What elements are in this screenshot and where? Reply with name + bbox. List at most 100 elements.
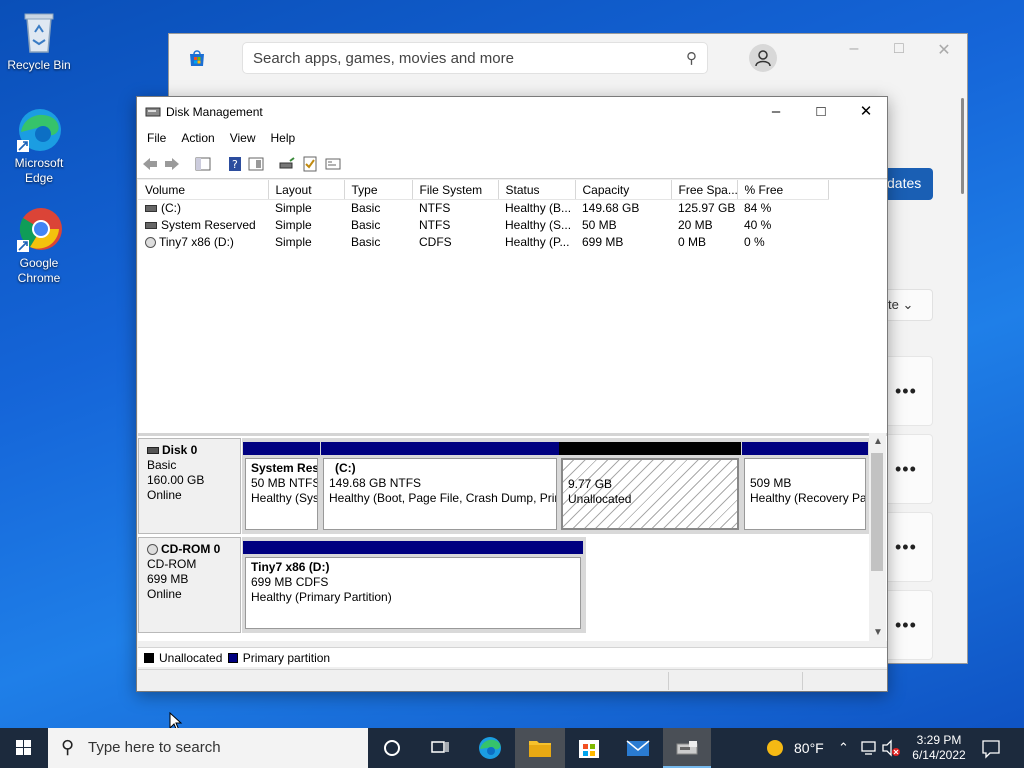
store-search-placeholder: Search apps, games, movies and more	[253, 50, 514, 67]
scroll-down-icon[interactable]: ▼	[873, 627, 883, 638]
percent-free-cell: 40 %	[744, 217, 772, 232]
taskbar-disk-management-icon[interactable]	[663, 728, 711, 768]
view-pane-icon[interactable]	[247, 155, 265, 173]
column-header[interactable]: Capacity	[575, 180, 672, 200]
partition-bar	[321, 442, 559, 455]
help-icon[interactable]: ?	[226, 155, 244, 173]
partition-system-reserved[interactable]: System Res 50 MB NTFS Healthy (Sys	[243, 442, 320, 532]
store-scrollbar[interactable]	[961, 98, 964, 194]
user-avatar-icon[interactable]	[749, 44, 777, 72]
menu-view[interactable]: View	[222, 127, 263, 145]
search-icon[interactable]: ⚲	[686, 49, 697, 67]
partition-body: (C:) 149.68 GB NTFS Healthy (Boot, Page …	[323, 458, 557, 530]
connect-disk-icon[interactable]	[278, 155, 296, 173]
column-header[interactable]: Free Spa...	[671, 180, 738, 200]
store-logo-icon	[187, 48, 207, 68]
table-row[interactable]: System Reserved Simple Basic NTFS Health…	[138, 216, 828, 233]
table-row[interactable]: (C:) Simple Basic NTFS Healthy (B... 149…	[138, 199, 828, 216]
partition-title	[750, 461, 860, 476]
desktop-icon-edge[interactable]: Microsoft Edge	[1, 106, 77, 186]
desktop-icon-chrome[interactable]: Google Chrome	[1, 206, 77, 286]
menu-help[interactable]: Help	[263, 127, 303, 145]
store-topbar: Search apps, games, movies and more ⚲ – …	[169, 34, 967, 94]
taskbar-mail-icon[interactable]	[614, 728, 662, 768]
scroll-thumb[interactable]	[871, 453, 883, 571]
weather-widget[interactable]: 80°F	[762, 728, 830, 768]
partition-size: 149.68 GB NTFS	[329, 476, 422, 490]
desktop-icon-recycle-bin[interactable]: Recycle Bin	[1, 8, 77, 73]
legend: Unallocated Primary partition	[138, 647, 887, 667]
store-search-input[interactable]: Search apps, games, movies and more ⚲	[242, 42, 708, 74]
partition-c[interactable]: (C:) 149.68 GB NTFS Healthy (Boot, Page …	[321, 442, 559, 532]
windows-logo-icon	[16, 740, 31, 755]
app-card[interactable]: •••	[887, 590, 933, 660]
store-close-button[interactable]: ✕	[921, 40, 967, 60]
status-divider	[668, 672, 669, 690]
partition-status: Healthy (Sys	[251, 491, 318, 505]
disk-management-icon	[145, 105, 161, 119]
disk-panel-scrollbar[interactable]: ▲ ▼	[869, 433, 886, 641]
title-bar[interactable]: Disk Management – □ ✕	[137, 97, 887, 127]
partition-unallocated[interactable]: 9.77 GB Unallocated	[559, 442, 741, 532]
minimize-button[interactable]: –	[753, 97, 799, 127]
disk-0-label[interactable]: Disk 0 Basic 160.00 GB Online	[138, 438, 241, 534]
back-arrow-icon[interactable]	[141, 155, 159, 173]
taskbar-search-input[interactable]: ⚲ Type here to search	[48, 728, 368, 768]
column-header[interactable]: Status	[498, 180, 576, 200]
more-options-icon[interactable]: •••	[895, 381, 917, 402]
desktop-icon-label: Recycle Bin	[7, 58, 71, 72]
taskbar: ⚲ Type here to search 80°F ⌃ 3:29 PM 6/1…	[0, 728, 1024, 768]
partition-d[interactable]: Tiny7 x86 (D:) 699 MB CDFS Healthy (Prim…	[243, 541, 583, 631]
start-button[interactable]	[0, 728, 48, 768]
maximize-button[interactable]: □	[798, 97, 844, 127]
forward-arrow-icon[interactable]	[163, 155, 181, 173]
cortana-button[interactable]	[368, 728, 416, 768]
menu-action[interactable]: Action	[173, 127, 221, 145]
column-header[interactable]: Layout	[268, 180, 345, 200]
taskbar-file-explorer-icon[interactable]	[515, 728, 565, 768]
more-options-icon[interactable]: •••	[895, 615, 917, 636]
volume-name: System Reserved	[161, 217, 256, 232]
app-card[interactable]: •••	[887, 434, 933, 504]
notifications-icon[interactable]	[980, 728, 1002, 768]
get-updates-button[interactable]: dates	[887, 168, 933, 200]
toolbar: ?	[137, 149, 887, 179]
task-view-button[interactable]	[416, 728, 464, 768]
cdrom-0-label[interactable]: CD-ROM 0 CD-ROM 699 MB Online	[138, 537, 241, 633]
app-card[interactable]: •••	[887, 356, 933, 426]
taskbar-store-icon[interactable]	[565, 728, 613, 768]
clock[interactable]: 3:29 PM 6/14/2022	[906, 728, 972, 768]
taskbar-edge-icon[interactable]	[466, 728, 514, 768]
type-cell: Basic	[351, 200, 381, 215]
show-hidden-icons-chevron-icon[interactable]: ⌃	[838, 740, 854, 768]
store-minimize-button[interactable]: –	[831, 40, 877, 58]
network-icon[interactable]	[860, 728, 878, 768]
clock-date: 6/14/2022	[912, 748, 966, 762]
partition-bar	[559, 442, 741, 455]
properties-pane-icon[interactable]	[194, 155, 212, 173]
disk-map-panel: Disk 0 Basic 160.00 GB Online System Res…	[138, 433, 887, 641]
menu-file[interactable]: File	[139, 127, 173, 145]
table-row[interactable]: Tiny7 x86 (D:) Simple Basic CDFS Healthy…	[138, 233, 828, 250]
layout-cell: Simple	[275, 200, 312, 215]
scroll-up-icon[interactable]: ▲	[873, 436, 883, 447]
column-header[interactable]: Type	[344, 180, 413, 200]
column-header[interactable]: File System	[412, 180, 499, 200]
fs-cell: NTFS	[419, 200, 451, 215]
volume-cell: Tiny7 x86 (D:)	[138, 233, 268, 250]
close-button[interactable]: ✕	[843, 97, 889, 127]
more-options-icon[interactable]: •••	[895, 459, 917, 480]
disk-size: 699 MB	[147, 572, 189, 586]
store-maximize-button[interactable]: □	[876, 40, 922, 58]
partition-recovery[interactable]: 509 MB Healthy (Recovery Pa	[742, 442, 868, 532]
settings-list-icon[interactable]	[324, 155, 342, 173]
column-header[interactable]: % Free	[737, 180, 829, 200]
volume-muted-icon[interactable]	[880, 728, 902, 768]
capacity-cell: 149.68 GB	[582, 200, 640, 215]
app-card[interactable]: •••	[887, 512, 933, 582]
column-header[interactable]: Volume	[138, 180, 269, 200]
fs-cell: NTFS	[419, 217, 451, 232]
sort-dropdown[interactable]: te ⌄	[887, 289, 933, 321]
checklist-icon[interactable]	[301, 155, 319, 173]
more-options-icon[interactable]: •••	[895, 537, 917, 558]
